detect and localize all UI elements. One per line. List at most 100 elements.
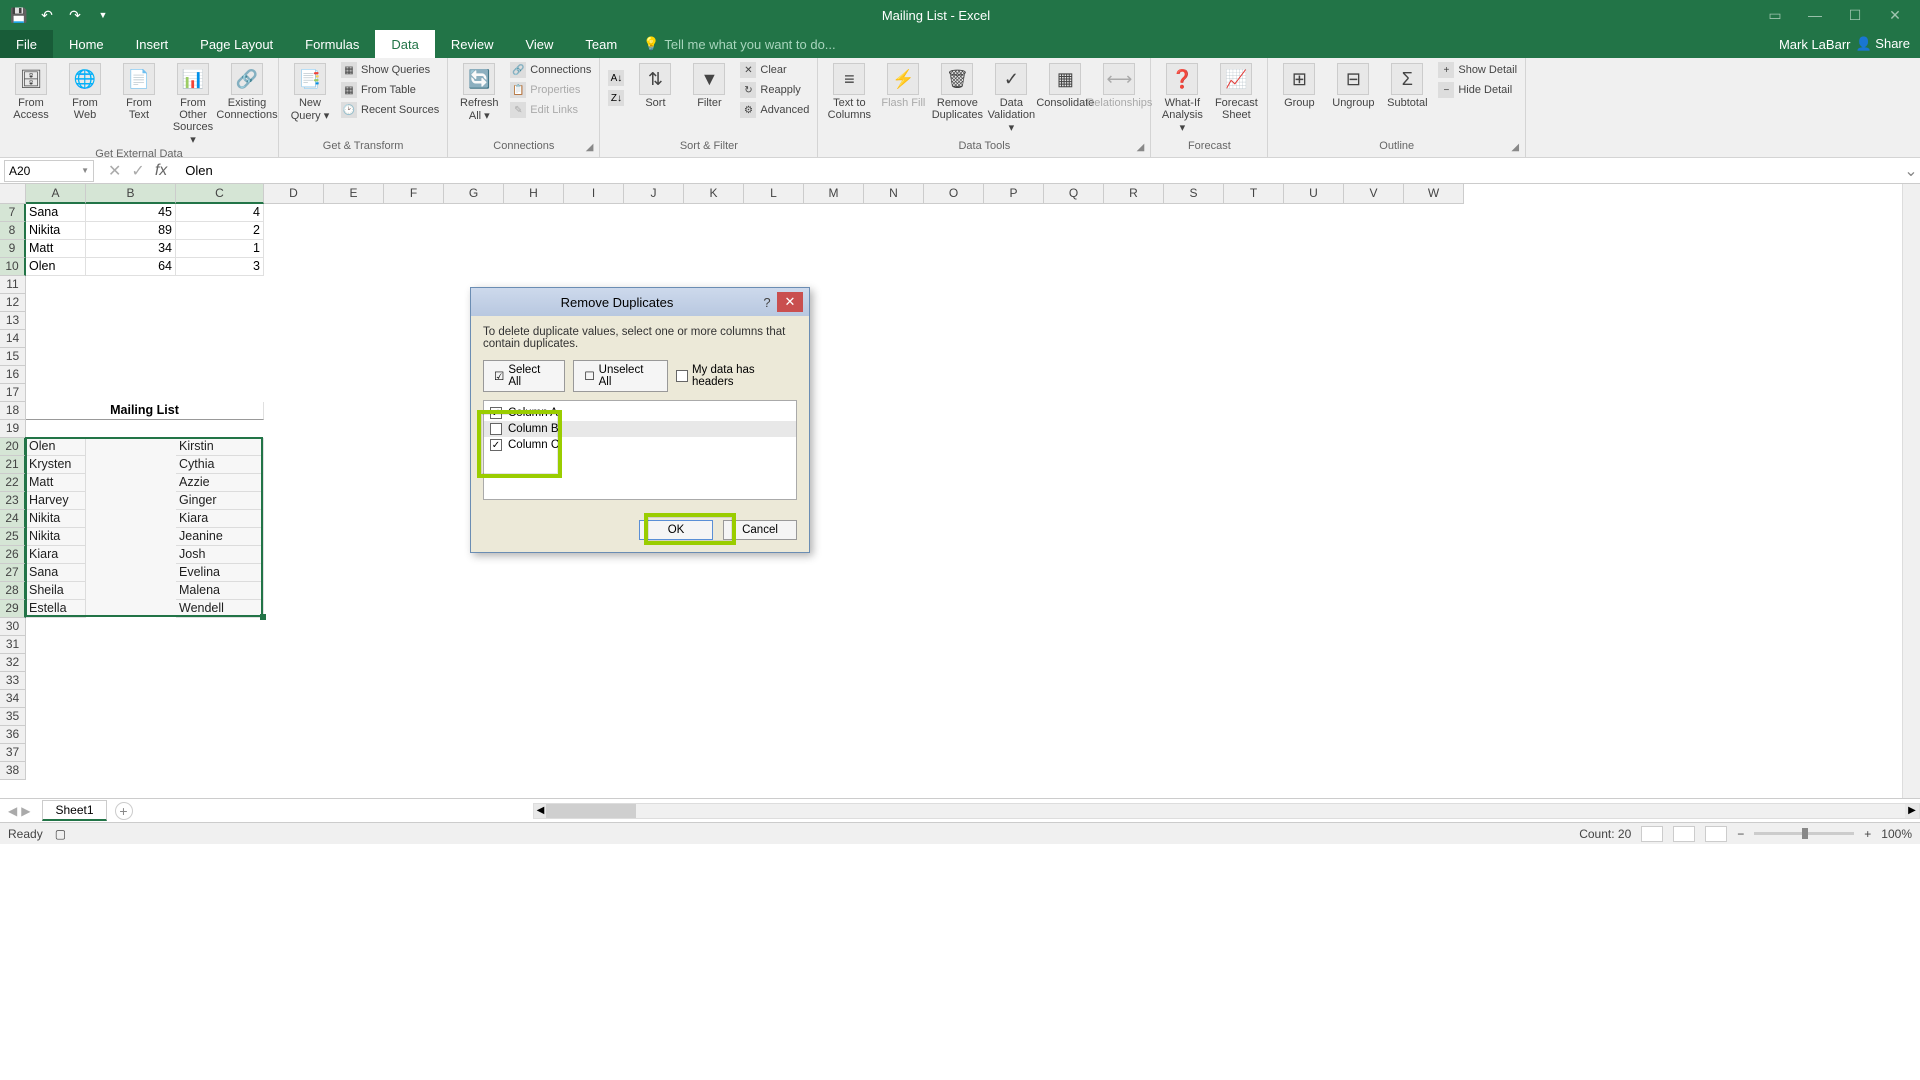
row-header[interactable]: 28 [0, 582, 26, 600]
column-checkbox-item[interactable]: ✓Column C [484, 437, 796, 453]
cell[interactable]: Evelina [176, 564, 264, 582]
row-header[interactable]: 20 [0, 438, 26, 456]
cell[interactable]: Malena [176, 582, 264, 600]
close-icon[interactable]: ✕ [777, 292, 803, 312]
row-header[interactable]: 10 [0, 258, 26, 276]
tab-file[interactable]: File [0, 30, 53, 58]
column-header-L[interactable]: L [744, 184, 804, 204]
row-header[interactable]: 8 [0, 222, 26, 240]
row-header[interactable]: 36 [0, 726, 26, 744]
launcher-icon[interactable]: ◢ [1137, 142, 1145, 153]
column-header-Q[interactable]: Q [1044, 184, 1104, 204]
cell[interactable]: 34 [86, 240, 176, 258]
tab-formulas[interactable]: Formulas [289, 30, 375, 58]
cell[interactable]: Cythia [176, 456, 264, 474]
cell[interactable]: Kirstin [176, 438, 264, 456]
spreadsheet-grid[interactable]: ABCDEFGHIJKLMNOPQRSTUVW 7891011121314151… [0, 184, 1920, 798]
row-header[interactable]: 15 [0, 348, 26, 366]
checkbox-icon[interactable] [490, 423, 502, 435]
from-web-button[interactable]: 🌐From Web [60, 61, 110, 123]
cell[interactable]: 45 [86, 204, 176, 222]
sheet-nav[interactable]: ◀▶ [0, 804, 38, 818]
cell[interactable]: Olen [26, 438, 86, 456]
filter-button[interactable]: ▼Filter [684, 61, 734, 111]
row-header[interactable]: 16 [0, 366, 26, 384]
minimize-icon[interactable]: — [1800, 5, 1830, 25]
cell[interactable]: Sana [26, 204, 86, 222]
row-header[interactable]: 30 [0, 618, 26, 636]
qat-customize-icon[interactable]: ▼ [94, 6, 112, 24]
cell[interactable]: Nikita [26, 510, 86, 528]
advanced-button[interactable]: ⚙Advanced [738, 101, 811, 119]
cell[interactable]: Harvey [26, 492, 86, 510]
launcher-icon[interactable]: ◢ [1511, 142, 1519, 153]
cell[interactable]: Estella [26, 600, 86, 618]
row-header[interactable]: 34 [0, 690, 26, 708]
row-header[interactable]: 27 [0, 564, 26, 582]
cell[interactable]: 64 [86, 258, 176, 276]
row-header[interactable]: 24 [0, 510, 26, 528]
tab-view[interactable]: View [509, 30, 569, 58]
from-text-button[interactable]: 📄From Text [114, 61, 164, 123]
expand-formula-bar-icon[interactable]: ⌄ [1902, 161, 1920, 181]
clear-button[interactable]: ✕Clear [738, 61, 811, 79]
column-header-V[interactable]: V [1344, 184, 1404, 204]
fill-handle[interactable] [260, 614, 266, 620]
from-other-sources-button[interactable]: 📊From Other Sources ▾ [168, 61, 218, 148]
row-header[interactable]: 7 [0, 204, 26, 222]
row-header[interactable]: 19 [0, 420, 26, 438]
column-checkbox-item[interactable]: Column B [484, 421, 796, 437]
view-page-layout-button[interactable] [1673, 826, 1695, 842]
tab-review[interactable]: Review [435, 30, 510, 58]
cell[interactable]: Ginger [176, 492, 264, 510]
edit-links-button[interactable]: ✎Edit Links [508, 101, 593, 119]
maximize-icon[interactable]: ☐ [1840, 5, 1870, 25]
tab-home[interactable]: Home [53, 30, 120, 58]
ungroup-button[interactable]: ⊟Ungroup [1328, 61, 1378, 111]
zoom-in-button[interactable]: + [1864, 827, 1871, 841]
from-access-button[interactable]: 🗄From Access [6, 61, 56, 123]
ribbon-options-icon[interactable]: ▭ [1760, 5, 1790, 25]
cancel-icon[interactable]: ✕ [108, 161, 121, 181]
tab-team[interactable]: Team [569, 30, 633, 58]
checkbox-icon[interactable]: ✓ [490, 439, 502, 451]
ok-button[interactable]: OK [639, 520, 713, 540]
properties-button[interactable]: 📋Properties [508, 81, 593, 99]
view-normal-button[interactable] [1641, 826, 1663, 842]
zoom-out-button[interactable]: − [1737, 827, 1744, 841]
cell[interactable]: Azzie [176, 474, 264, 492]
cell[interactable]: Sheila [26, 582, 86, 600]
row-header[interactable]: 13 [0, 312, 26, 330]
redo-icon[interactable]: ↷ [66, 6, 84, 24]
row-header[interactable]: 33 [0, 672, 26, 690]
row-header[interactable]: 21 [0, 456, 26, 474]
column-header-M[interactable]: M [804, 184, 864, 204]
cell[interactable]: Sana [26, 564, 86, 582]
row-header[interactable]: 38 [0, 762, 26, 780]
horizontal-scrollbar[interactable]: ◀ ▶ [533, 803, 1920, 819]
formula-input[interactable]: Olen [177, 161, 1902, 180]
remove-duplicates-button[interactable]: 🗑Remove Duplicates [932, 61, 982, 123]
cell[interactable]: Krysten [26, 456, 86, 474]
row-header[interactable]: 32 [0, 654, 26, 672]
namebox[interactable]: A20 ▼ [4, 160, 94, 182]
cell[interactable]: 89 [86, 222, 176, 240]
column-header-N[interactable]: N [864, 184, 924, 204]
column-header-B[interactable]: B [86, 184, 176, 204]
tab-data[interactable]: Data [375, 30, 434, 58]
cell[interactable]: 2 [176, 222, 264, 240]
chevron-down-icon[interactable]: ▼ [81, 166, 89, 175]
save-icon[interactable]: 💾 [10, 6, 28, 24]
column-checkbox-item[interactable]: ✓Column A [484, 405, 796, 421]
tab-insert[interactable]: Insert [120, 30, 185, 58]
row-header[interactable]: 37 [0, 744, 26, 762]
column-header-H[interactable]: H [504, 184, 564, 204]
forecast-sheet-button[interactable]: 📈Forecast Sheet [1211, 61, 1261, 123]
scroll-right-icon[interactable]: ▶ [1905, 804, 1919, 818]
group-button[interactable]: ⊞Group [1274, 61, 1324, 111]
column-header-D[interactable]: D [264, 184, 324, 204]
cell[interactable]: Matt [26, 474, 86, 492]
column-header-U[interactable]: U [1284, 184, 1344, 204]
columns-list[interactable]: ✓Column AColumn B✓Column C [483, 400, 797, 500]
help-icon[interactable]: ? [757, 295, 777, 310]
